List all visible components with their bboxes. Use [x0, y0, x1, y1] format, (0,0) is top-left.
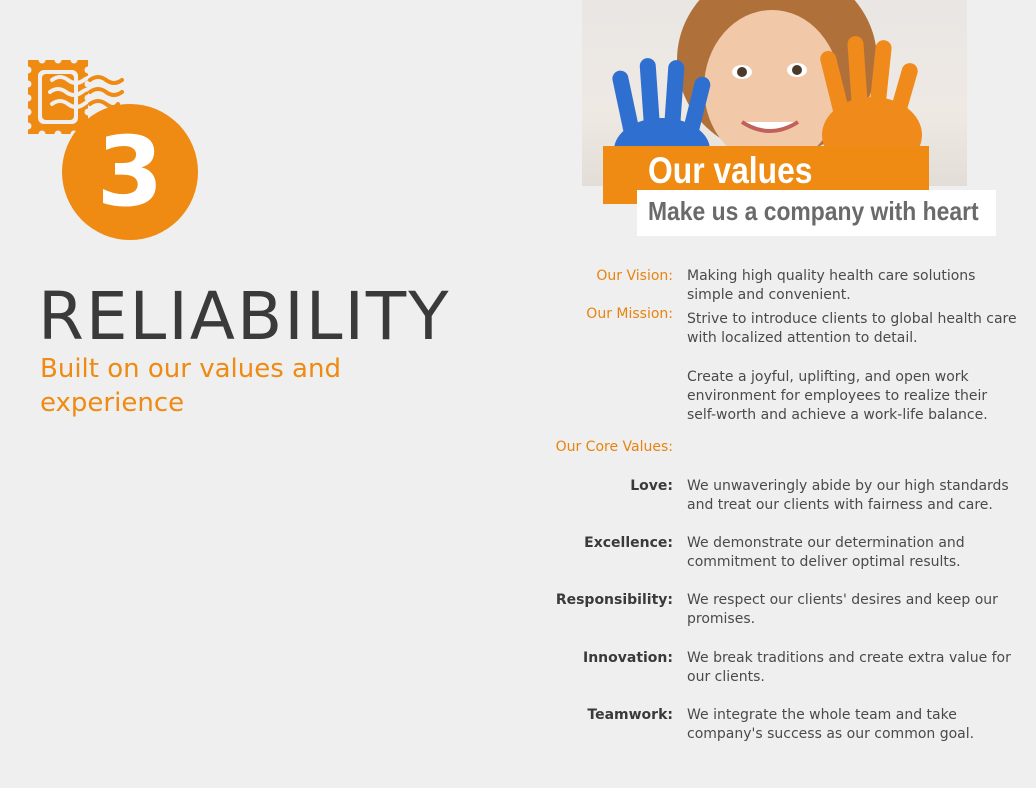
page-subtitle: Built on our values and experience: [40, 354, 341, 418]
vision-label: Our Vision:: [596, 268, 673, 284]
page-title: RELIABILITY: [38, 278, 451, 355]
mission-text-secondary: Create a joyful, uplifting, and open wor…: [687, 369, 988, 423]
values-title: Our values: [648, 150, 813, 191]
section-number-badge: 3: [62, 104, 198, 240]
tagline: Make us a company with heart: [648, 196, 979, 226]
value-text-excellence: We demonstrate our determination and com…: [687, 535, 965, 570]
value-text-innovation: We break traditions and create extra val…: [687, 650, 1011, 685]
mission-text: Strive to introduce clients to global he…: [687, 311, 1017, 346]
core-values-label: Our Core Values:: [555, 439, 673, 455]
value-label-excellence: Excellence:: [584, 535, 673, 551]
value-label-responsibility: Responsibility:: [555, 592, 673, 608]
vision-text: Making high quality health care solution…: [687, 268, 976, 303]
mission-label: Our Mission:: [586, 306, 673, 322]
value-text-teamwork: We integrate the whole team and take com…: [687, 707, 975, 742]
value-label-love: Love:: [630, 478, 673, 494]
value-label-innovation: Innovation:: [582, 650, 673, 666]
value-text-love: We unwaveringly abide by our high standa…: [687, 478, 1009, 513]
value-text-responsibility: We respect our clients' desires and keep…: [687, 592, 998, 627]
value-label-teamwork: Teamwork:: [587, 707, 673, 723]
